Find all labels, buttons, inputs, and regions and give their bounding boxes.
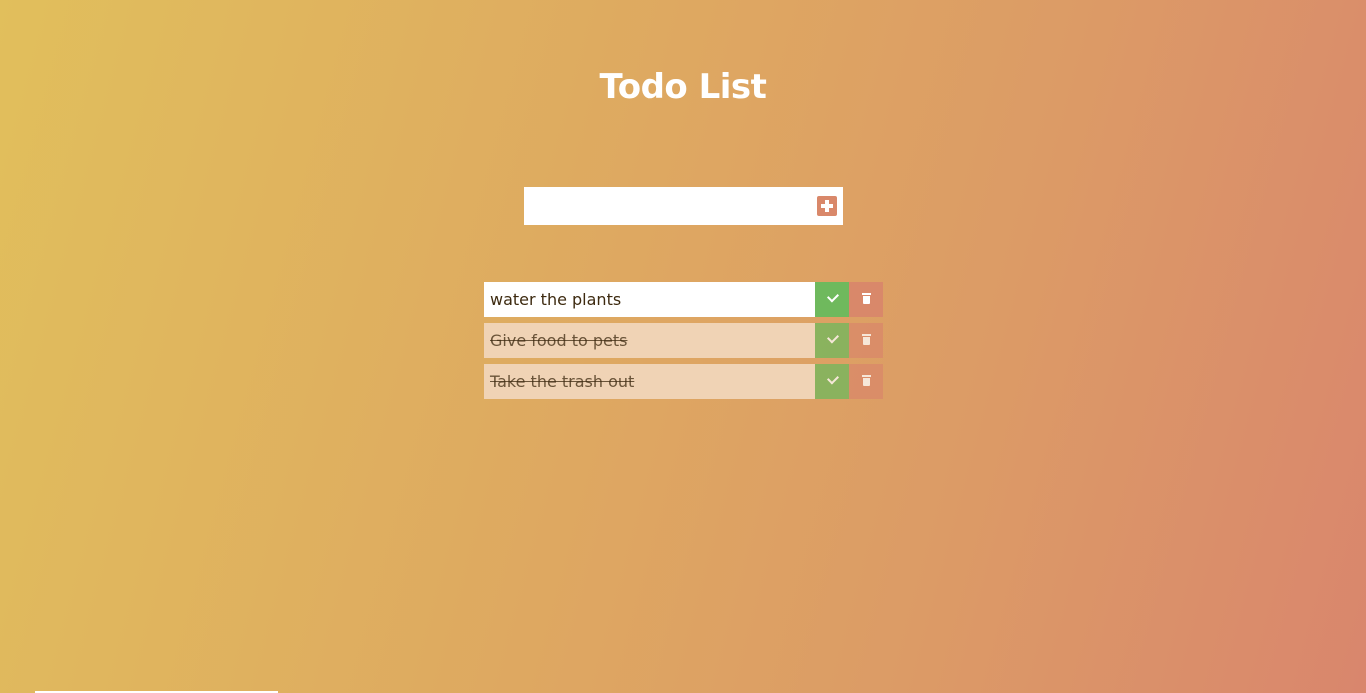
todo-item-text: Give food to pets: [484, 323, 815, 358]
todo-list: water the plants Give food to pets Take …: [484, 282, 883, 405]
page-title: Todo List: [599, 66, 767, 107]
delete-button[interactable]: [849, 282, 883, 317]
todo-input-form: [524, 187, 843, 225]
complete-button[interactable]: [815, 364, 849, 399]
check-icon: [826, 290, 840, 303]
check-icon: [826, 331, 840, 344]
todo-item-text: Take the trash out: [484, 364, 815, 399]
todo-item: water the plants: [484, 282, 883, 317]
delete-button[interactable]: [849, 323, 883, 358]
add-button[interactable]: [817, 196, 837, 216]
complete-button[interactable]: [815, 282, 849, 317]
todo-item: Give food to pets: [484, 323, 883, 358]
complete-button[interactable]: [815, 323, 849, 358]
todo-item: Take the trash out: [484, 364, 883, 399]
todo-item-text: water the plants: [484, 282, 815, 317]
check-icon: [826, 372, 840, 385]
delete-button[interactable]: [849, 364, 883, 399]
trash-icon: [862, 293, 871, 305]
todo-input[interactable]: [524, 187, 804, 225]
trash-icon: [862, 334, 871, 346]
trash-icon: [862, 375, 871, 387]
